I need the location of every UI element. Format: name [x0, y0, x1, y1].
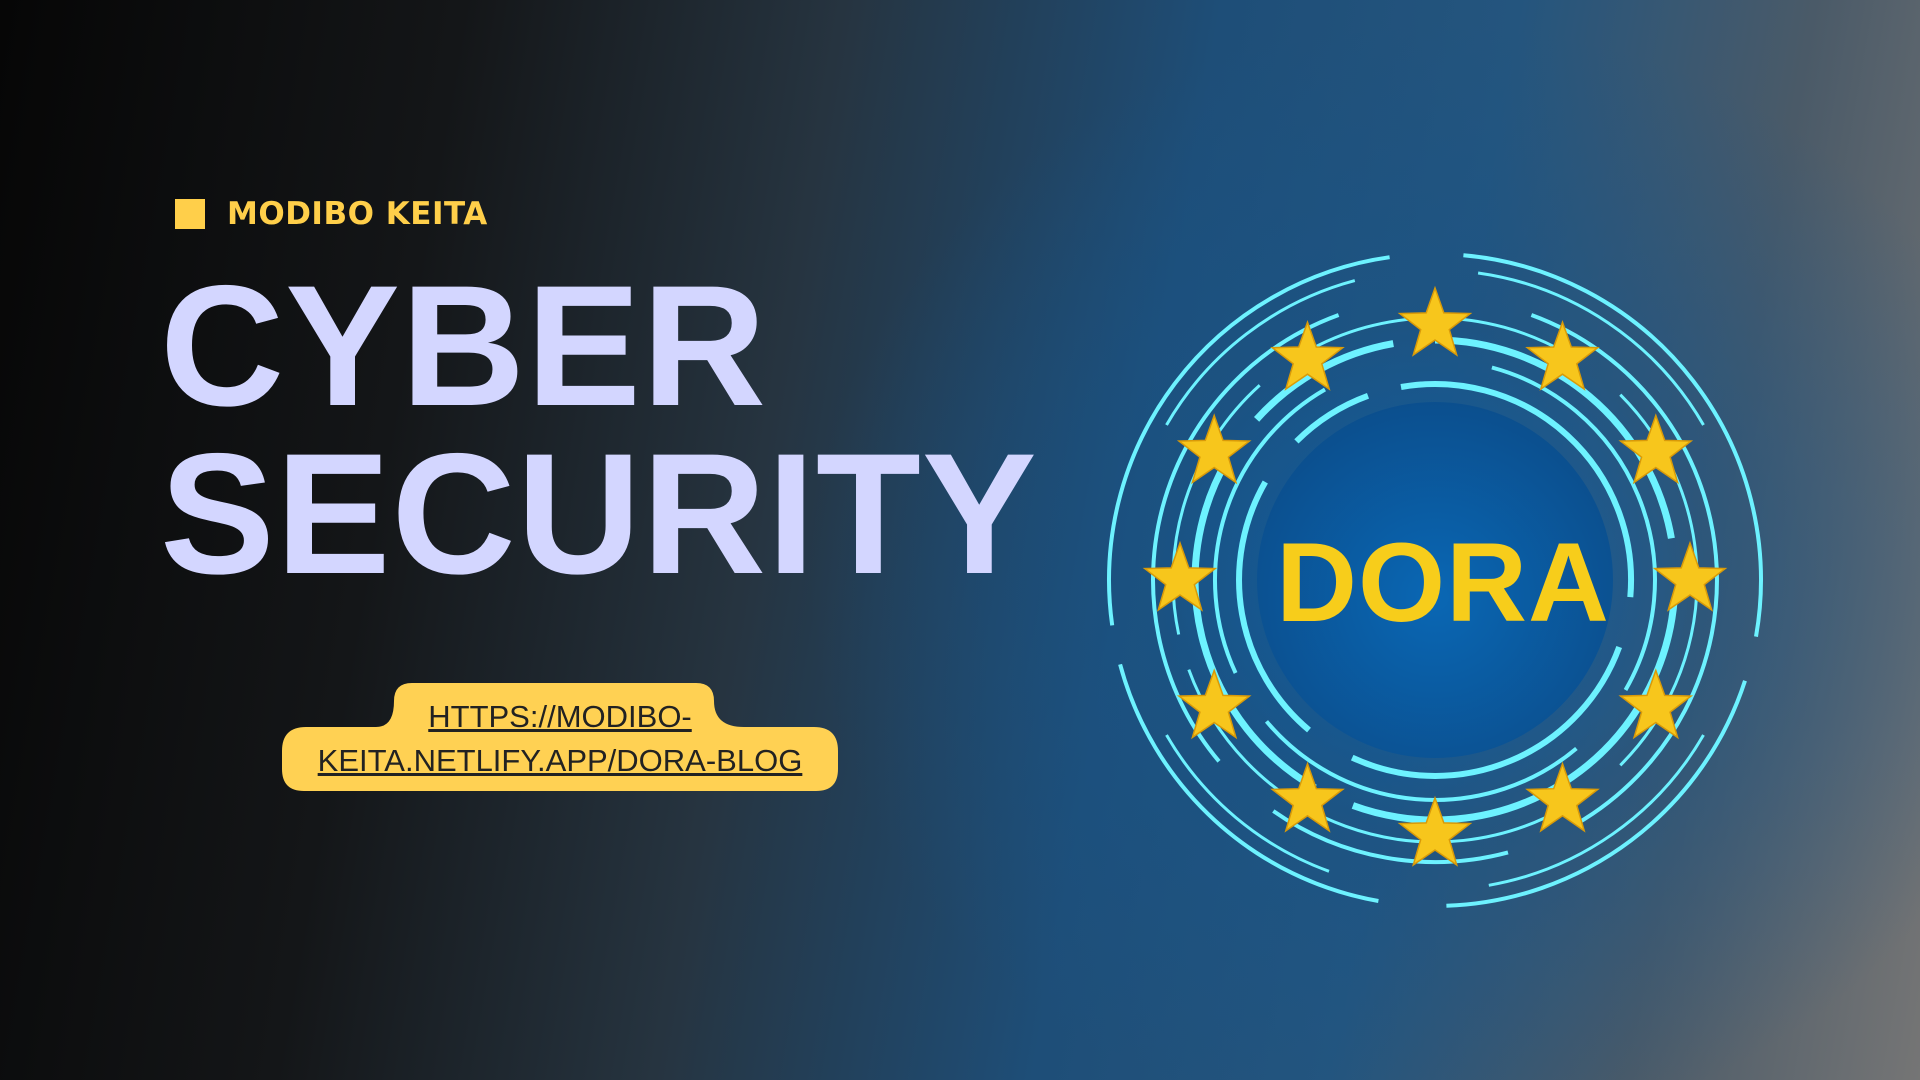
author-tag: MODIBO KEITA: [175, 196, 488, 232]
headline-line-2: SECURITY: [160, 418, 1038, 610]
headline: CYBER SECURITY: [160, 250, 1038, 610]
eu-star-icon: [1397, 795, 1473, 867]
blog-link[interactable]: HTTPS://MODIBO- KEITA.NETLIFY.APP/DORA-B…: [282, 695, 838, 783]
author-name: MODIBO KEITA: [227, 196, 488, 232]
link-line-1: HTTPS://MODIBO-: [428, 699, 692, 734]
dora-label: DORA: [1276, 520, 1610, 645]
eu-star-icon: [1176, 668, 1252, 740]
eu-star-icon: [1397, 285, 1473, 357]
eu-star-icon: [1618, 413, 1694, 485]
headline-line-1: CYBER: [160, 250, 768, 442]
eu-star-icon: [1176, 413, 1252, 485]
url-badge[interactable]: HTTPS://MODIBO- KEITA.NETLIFY.APP/DORA-B…: [282, 683, 838, 791]
dora-emblem: DORA: [1100, 245, 1770, 915]
link-line-2: KEITA.NETLIFY.APP/DORA-BLOG: [317, 743, 803, 778]
square-icon: [175, 199, 205, 229]
